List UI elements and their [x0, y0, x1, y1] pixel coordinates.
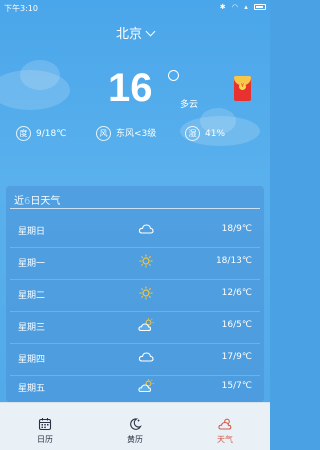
- sun-icon: [139, 286, 153, 300]
- sun-icon: [139, 254, 153, 268]
- forecast-row[interactable]: 星期四 17/9℃: [6, 343, 264, 373]
- tab-label: 黄历: [127, 435, 143, 444]
- forecast-row[interactable]: 星期二 12/6℃: [6, 279, 264, 309]
- cloud-outline-icon: [138, 224, 154, 234]
- wifi-icon: ◠: [231, 3, 241, 11]
- background-cloud: [20, 60, 60, 90]
- forecast-title-suffix: 日天气: [30, 196, 61, 207]
- forecast-day: 星期二: [18, 291, 46, 301]
- battery-icon: [254, 4, 266, 10]
- tab-label: 天气: [217, 435, 233, 444]
- forecast-range: 12/6℃: [221, 288, 252, 298]
- forecast-day: 星期日: [18, 227, 46, 237]
- forecast-day: 星期四: [18, 355, 46, 365]
- cloud-icon: [138, 352, 154, 362]
- tab-weather[interactable]: 天气: [180, 403, 270, 450]
- calendar-icon: [38, 418, 52, 431]
- forecast-day: 星期五: [18, 384, 46, 394]
- partly-cloudy-icon: [138, 379, 154, 393]
- forecast-row[interactable]: 星期一 18/13℃: [6, 247, 264, 277]
- forecast-title: 近6日天气: [14, 192, 60, 207]
- city-name: 北京: [115, 27, 142, 42]
- humidity-value: 41%: [205, 129, 226, 139]
- forecast-row[interactable]: 星期五 15/7℃: [6, 372, 264, 402]
- bluetooth-icon: ✱: [219, 3, 228, 11]
- forecast-row[interactable]: 星期日 18/9℃: [6, 215, 264, 245]
- tab-calendar[interactable]: 日历: [0, 403, 90, 450]
- status-bar: 下午3:10 ✱ ◠ ▴: [0, 0, 270, 16]
- current-details: 度 9/18℃ 风东风<3级 湿 41%: [16, 126, 256, 142]
- forecast-range: 17/9℃: [221, 352, 252, 362]
- bottom-tab-bar: 日历 黄历 天气: [0, 402, 270, 450]
- moon-star-icon: [130, 418, 142, 430]
- humidity-badge: 湿: [185, 126, 200, 141]
- red-packet-icon[interactable]: ¥: [234, 76, 251, 101]
- forecast-range: 15/7℃: [221, 381, 252, 391]
- temp-range-detail: 度 9/18℃: [16, 126, 66, 142]
- city-selector[interactable]: 北京: [0, 23, 270, 42]
- wind-detail: 风东风<3级: [96, 126, 156, 142]
- signal-icon: ▴: [244, 3, 250, 11]
- forecast-panel: 近6日天气 星期日 18/9℃ 星期一 18/13℃ 星期二 12/6℃ 星期三…: [6, 186, 264, 402]
- wind-badge: 风: [96, 126, 111, 141]
- weather-cloud-icon: [218, 418, 232, 430]
- status-icons: ✱ ◠ ▴: [220, 3, 266, 11]
- wind-value: 东风<3级: [116, 129, 157, 139]
- degree-icon: [168, 70, 179, 81]
- forecast-row[interactable]: 星期三 16/5℃: [6, 311, 264, 341]
- forecast-range: 18/13℃: [215, 256, 252, 266]
- forecast-range: 18/9℃: [221, 224, 252, 234]
- status-time: 下午3:10: [4, 4, 38, 13]
- tab-almanac[interactable]: 黄历: [90, 403, 180, 450]
- humidity-detail: 湿 41%: [185, 126, 225, 142]
- temp-range-value: 9/18℃: [36, 129, 67, 139]
- current-temperature: 16: [108, 66, 153, 110]
- forecast-range: 16/5℃: [221, 320, 252, 330]
- forecast-day: 星期一: [18, 259, 46, 269]
- partly-cloudy-icon: [138, 318, 154, 332]
- tab-label: 日历: [37, 435, 53, 444]
- forecast-title-prefix: 近: [14, 196, 24, 207]
- temp-range-badge: 度: [16, 126, 31, 141]
- current-condition: 多云: [180, 100, 199, 110]
- chevron-down-icon: [145, 26, 156, 37]
- forecast-day: 星期三: [18, 323, 46, 333]
- forecast-divider: [10, 208, 260, 209]
